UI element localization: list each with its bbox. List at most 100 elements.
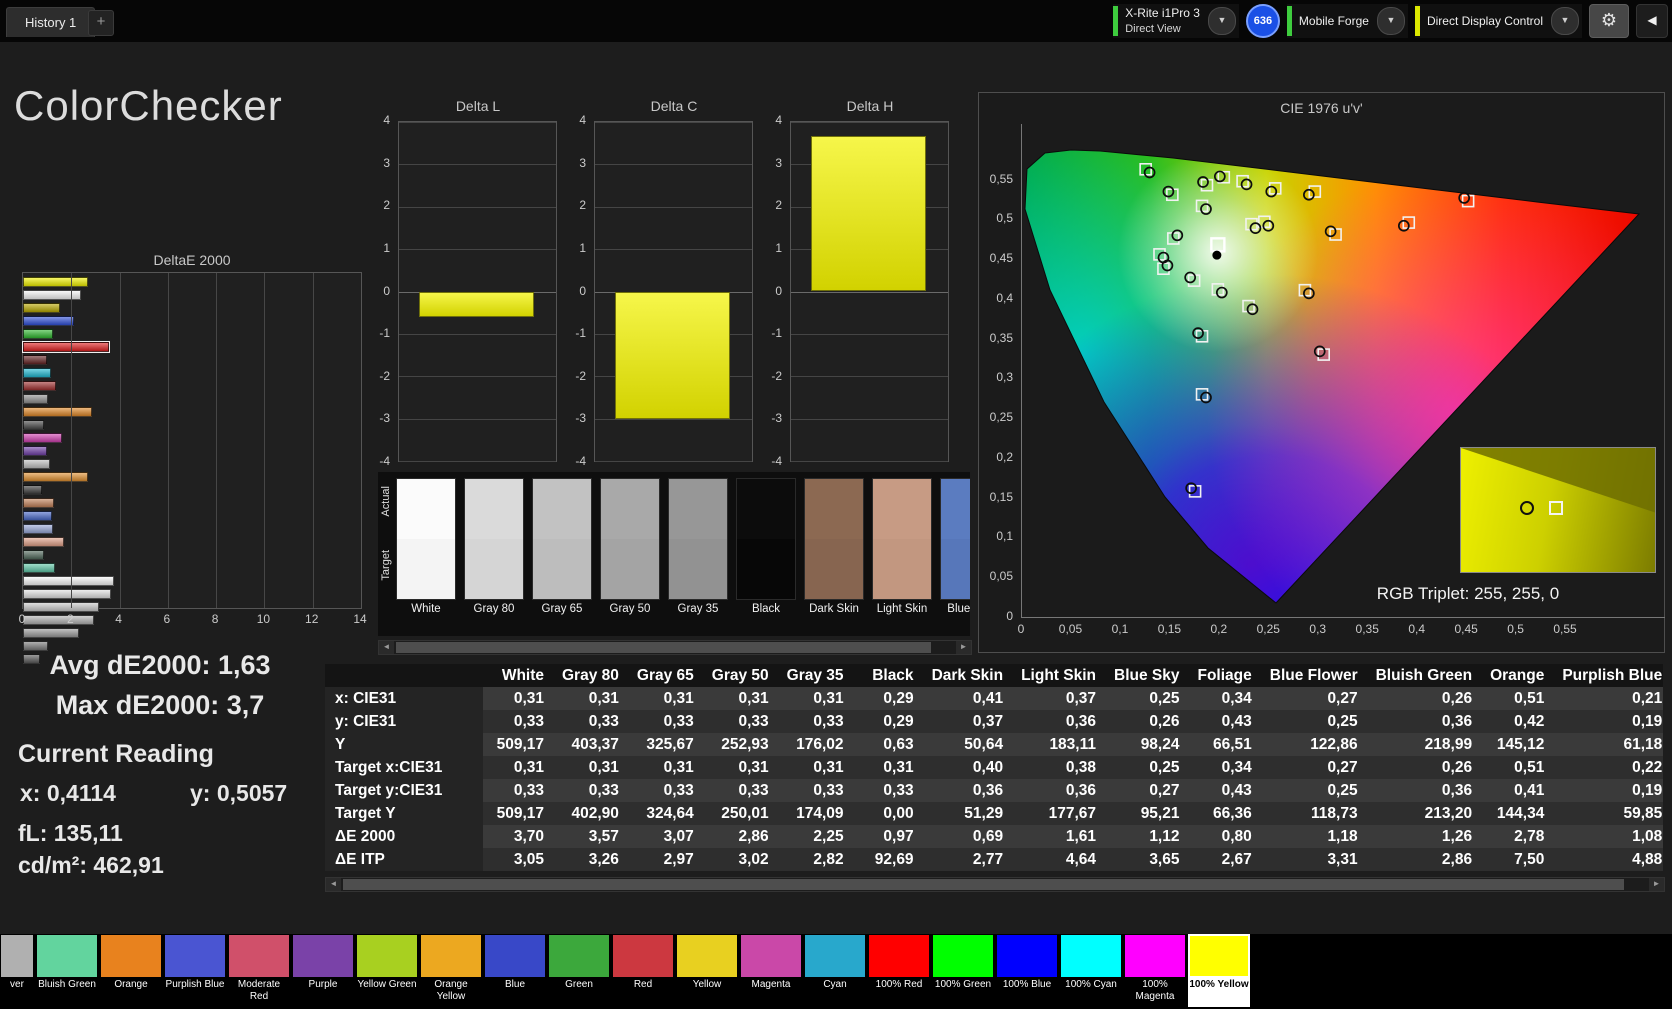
- patch-cell[interactable]: Purplish Blue: [164, 934, 226, 1009]
- gridline: [595, 419, 752, 420]
- collapse-panel-button[interactable]: ◀: [1636, 4, 1668, 38]
- patch-cell[interactable]: 100% Green: [932, 934, 994, 1009]
- swatch-actual: [737, 479, 795, 539]
- chevron-down-icon[interactable]: ▼: [1208, 7, 1236, 35]
- patch-cell[interactable]: Cyan: [804, 934, 866, 1009]
- swatch-scrollbar[interactable]: ◄ ►: [378, 640, 972, 655]
- patch-cell[interactable]: Magenta: [740, 934, 802, 1009]
- table-row-label: Target Y: [325, 802, 483, 825]
- table-cell: 0,29: [853, 710, 923, 733]
- table-cell: 95,21: [1105, 802, 1188, 825]
- table-row-label: Target x:CIE31: [325, 756, 483, 779]
- table-cell: 509,17: [483, 802, 553, 825]
- table-cell: 0,41: [923, 687, 1013, 710]
- table-cell: 183,11: [1012, 733, 1105, 756]
- source-device-dropdown[interactable]: Mobile Forge ▼: [1287, 4, 1408, 38]
- deltae-bar: [23, 602, 99, 612]
- patch-cell[interactable]: Yellow Green: [356, 934, 418, 1009]
- table-cell: 3,26: [553, 848, 628, 871]
- table-cell: 0,33: [483, 710, 553, 733]
- patch-color: [613, 935, 673, 977]
- patch-cell[interactable]: Purple: [292, 934, 354, 1009]
- scroll-right-button[interactable]: ►: [956, 641, 971, 654]
- swatch-cell: Gray 35: [668, 478, 728, 615]
- display-control-dropdown[interactable]: Direct Display Control ▼: [1415, 4, 1582, 38]
- table-cell: 0,26: [1367, 756, 1481, 779]
- patch-label: Blue: [484, 978, 546, 1007]
- table-cell: 402,90: [553, 802, 628, 825]
- table-scrollbar[interactable]: ◄ ►: [325, 877, 1665, 892]
- scrollbar-thumb[interactable]: [396, 642, 931, 653]
- chevron-down-icon[interactable]: ▼: [1551, 7, 1579, 35]
- table-cell: 0,19: [1553, 710, 1663, 733]
- axis-tick-label: 0: [19, 612, 26, 626]
- table-cell: 0,37: [1012, 687, 1105, 710]
- gridline: [216, 273, 217, 608]
- axis-tick-label: 0,1: [1112, 622, 1129, 636]
- patch-cell[interactable]: Orange: [100, 934, 162, 1009]
- axis-tick-label: -3: [379, 411, 390, 425]
- patch-cell[interactable]: Green: [548, 934, 610, 1009]
- table-cell: 0,27: [1261, 687, 1367, 710]
- rgb-triplet-label: RGB Triplet: 255, 255, 0: [1282, 584, 1654, 604]
- axis-tick-label: 0,25: [990, 410, 1013, 424]
- deltae-bar: [23, 641, 48, 651]
- axis-tick-label: 12: [305, 612, 318, 626]
- patch-cell[interactable]: ver: [0, 934, 34, 1009]
- axis-tick-label: 0,45: [990, 251, 1013, 265]
- deltae-bar: [23, 355, 47, 365]
- table-cell: 1,12: [1105, 825, 1188, 848]
- add-tab-button[interactable]: +: [88, 10, 114, 36]
- patch-cell[interactable]: Blue: [484, 934, 546, 1009]
- axis-tick-label: 2: [67, 612, 74, 626]
- table-cell: 144,34: [1481, 802, 1553, 825]
- table-column-header: Light Skin: [1012, 664, 1105, 687]
- patch-cell[interactable]: Red: [612, 934, 674, 1009]
- patch-color: [37, 935, 97, 977]
- max-de2000-stat: Max dE2000: 3,7: [20, 690, 300, 721]
- table-cell: 0,33: [778, 710, 853, 733]
- scrollbar-thumb[interactable]: [343, 879, 1624, 890]
- patch-cell[interactable]: Yellow: [676, 934, 738, 1009]
- patch-cell[interactable]: Orange Yellow: [420, 934, 482, 1009]
- table-column-header: Foliage: [1188, 664, 1260, 687]
- axis-tick-label: 0: [775, 284, 782, 298]
- scroll-left-button[interactable]: ◄: [326, 878, 341, 891]
- swatch-target: [873, 539, 931, 599]
- swatch-actual: [533, 479, 591, 539]
- patch-cell[interactable]: Moderate Red: [228, 934, 290, 1009]
- settings-button[interactable]: ⚙: [1589, 4, 1629, 38]
- patch-cell[interactable]: 100% Cyan: [1060, 934, 1122, 1009]
- patch-cell[interactable]: Bluish Green: [36, 934, 98, 1009]
- swatch-cell: Gray 50: [600, 478, 660, 615]
- axis-tick-label: -1: [575, 326, 586, 340]
- table-cell: 0,43: [1188, 710, 1260, 733]
- table-cell: 1,08: [1553, 825, 1663, 848]
- meter-device-dropdown[interactable]: X-Rite i1Pro 3 Direct View ▼: [1113, 4, 1239, 38]
- axis-tick-label: -3: [771, 411, 782, 425]
- patch-cell[interactable]: 100% Yellow: [1188, 934, 1250, 1009]
- chevron-down-icon[interactable]: ▼: [1377, 7, 1405, 35]
- patch-cell[interactable]: 100% Blue: [996, 934, 1058, 1009]
- axis-tick-label: -1: [771, 326, 782, 340]
- table-column-header: Blue Flower: [1261, 664, 1367, 687]
- deltae-bar: [23, 381, 56, 391]
- delta-c-plot: [594, 121, 753, 462]
- patch-color: [1, 935, 33, 977]
- patch-color: [1125, 935, 1185, 977]
- scroll-right-button[interactable]: ►: [1649, 878, 1664, 891]
- gridline: [399, 334, 556, 335]
- axis-tick-label: 0,2: [1210, 622, 1227, 636]
- scroll-left-button[interactable]: ◄: [379, 641, 394, 654]
- table-row: Target Y509,17402,90324,64250,01174,090,…: [325, 802, 1663, 825]
- axis-tick-label: 1: [383, 241, 390, 255]
- patch-cell[interactable]: 100% Magenta: [1124, 934, 1186, 1009]
- deltae-bar: [23, 342, 109, 352]
- tab-history-1[interactable]: History 1: [6, 7, 95, 37]
- results-table-header: WhiteGray 80Gray 65Gray 50Gray 35BlackDa…: [325, 664, 1663, 687]
- patch-cell[interactable]: 100% Red: [868, 934, 930, 1009]
- table-column-header: Purplish Blue: [1553, 664, 1663, 687]
- table-cell: 0,31: [483, 756, 553, 779]
- table-cell: 2,25: [778, 825, 853, 848]
- axis-tick-label: 3: [383, 156, 390, 170]
